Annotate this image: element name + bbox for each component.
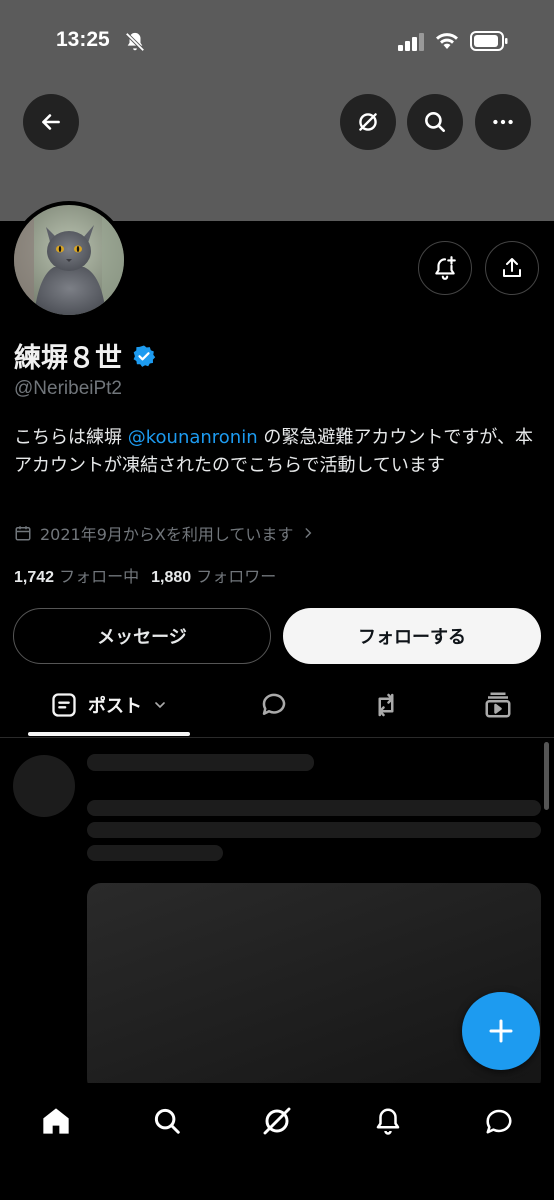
nav-home[interactable] xyxy=(36,1101,76,1141)
bio-mention-link[interactable]: @kounanronin xyxy=(128,427,258,448)
verified-badge-icon[interactable] xyxy=(132,344,156,368)
followers-label: フォロワー xyxy=(196,567,277,586)
nav-search[interactable] xyxy=(147,1101,187,1141)
grok-icon xyxy=(359,113,377,131)
profile-name-row: 練塀８世 xyxy=(14,336,156,375)
calendar-icon xyxy=(15,526,31,541)
bell-off-icon xyxy=(125,32,145,52)
profile-name: 練塀８世 xyxy=(14,343,122,374)
signal-icon xyxy=(398,33,424,51)
back-arrow-icon xyxy=(42,114,60,130)
battery-icon xyxy=(470,31,508,51)
chevron-down-icon xyxy=(155,702,165,709)
scrollbar[interactable] xyxy=(544,742,549,810)
home-icon xyxy=(43,1108,69,1134)
status-time: 13:25 xyxy=(56,28,110,51)
profile-handle: @NeribeiPt2 xyxy=(14,378,122,399)
notify-plus-icon xyxy=(435,256,456,280)
loading-line xyxy=(87,800,541,816)
share-icon xyxy=(503,258,521,277)
reply-icon xyxy=(262,693,286,715)
tab-posts-label: ポスト xyxy=(88,696,142,717)
compose-button[interactable] xyxy=(462,992,540,1070)
followers-count: 1,880 xyxy=(151,569,192,586)
follow-button[interactable]: フォローする xyxy=(283,608,541,664)
profile-bio: こちらは練塀 @kounanronin の緊急避難アカウントですが、本アカウント… xyxy=(14,424,542,480)
loading-media-placeholder xyxy=(87,883,541,1093)
followers-link[interactable]: 1,880 フォロワー xyxy=(151,563,276,587)
nav-grok[interactable] xyxy=(257,1101,297,1141)
profile-tabs: ポスト xyxy=(0,674,554,738)
joined-date[interactable]: 2021年9月からXを利用しています xyxy=(14,521,315,545)
more-button[interactable] xyxy=(475,94,531,150)
video-icon xyxy=(485,692,511,718)
joined-label: 2021年9月からXを利用しています xyxy=(40,525,294,544)
loading-line xyxy=(87,845,223,861)
nav-notifications[interactable] xyxy=(368,1101,408,1141)
loading-avatar-placeholder xyxy=(13,755,75,817)
active-tab-indicator xyxy=(28,732,190,736)
loading-line xyxy=(87,754,314,771)
plus-icon xyxy=(489,1019,513,1043)
tab-media[interactable] xyxy=(476,674,520,736)
follow-stats: 1,742 フォロー中 1,880 フォロワー xyxy=(14,563,276,587)
tab-replies[interactable] xyxy=(252,674,296,736)
messages-icon xyxy=(486,1109,512,1134)
following-link[interactable]: 1,742 フォロー中 xyxy=(14,563,139,587)
search-icon xyxy=(425,112,445,132)
tab-posts[interactable]: ポスト xyxy=(28,674,190,736)
grok-button[interactable] xyxy=(340,94,396,150)
grok-icon xyxy=(263,1107,291,1135)
posts-icon xyxy=(52,693,76,717)
status-bar: 13:25 xyxy=(0,0,554,84)
message-button[interactable]: メッセージ xyxy=(13,608,271,664)
back-button[interactable] xyxy=(23,94,79,150)
share-button[interactable] xyxy=(485,241,539,295)
nav-messages[interactable] xyxy=(479,1101,519,1141)
more-icon xyxy=(493,119,513,125)
bell-icon xyxy=(376,1108,400,1135)
following-label: フォロー中 xyxy=(59,567,140,586)
wifi-icon xyxy=(436,33,458,49)
search-icon xyxy=(154,1108,180,1134)
chevron-right-icon xyxy=(305,528,312,538)
bottom-nav xyxy=(0,1083,554,1200)
repost-icon xyxy=(378,693,394,717)
bio-text: こちらは練塀 xyxy=(14,427,128,448)
avatar[interactable] xyxy=(14,205,124,315)
tab-reposts[interactable] xyxy=(364,674,408,736)
search-button[interactable] xyxy=(407,94,463,150)
notify-button[interactable] xyxy=(418,241,472,295)
following-count: 1,742 xyxy=(14,569,55,586)
loading-line xyxy=(87,822,541,838)
